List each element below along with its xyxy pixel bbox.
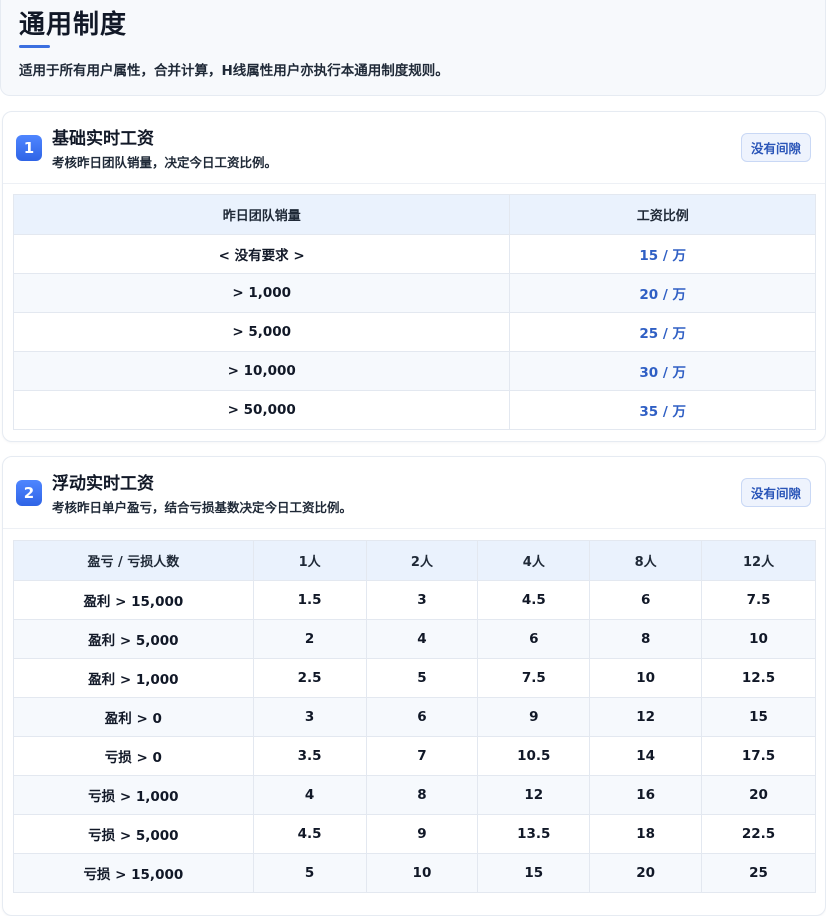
salary-ratio-cell: 12	[477, 775, 591, 815]
salary-ratio-cell: 5	[365, 658, 479, 698]
column-header: 2人	[365, 540, 479, 581]
salary-ratio-cell: 1.5	[252, 580, 367, 620]
salary-ratio-cell: 18	[589, 814, 703, 854]
salary-ratio-cell: 14	[589, 736, 703, 776]
table-row: < 没有要求 > 15 / 万	[12, 234, 816, 274]
salary-ratio-cell: 13.5	[477, 814, 591, 854]
profit-loss-threshold-cell: 亏损 > 15,000	[13, 853, 254, 893]
salary-rate-cell: 15 / 万	[509, 234, 816, 274]
profit-loss-threshold-cell: 亏损 > 0	[13, 736, 254, 776]
salary-ratio-cell: 16	[589, 775, 703, 815]
salary-ratio-cell: 20	[589, 853, 703, 893]
page-header: 通用制度 适用于所有用户属性，合并计算，H线属性用户亦执行本通用制度规则。	[0, 0, 826, 96]
salary-ratio-cell: 6	[477, 619, 591, 659]
salary-rate-cell: 20 / 万	[509, 273, 816, 313]
salary-ratio-cell: 15	[701, 697, 816, 737]
page-title: 通用制度	[19, 10, 128, 40]
salary-ratio-cell: 10	[701, 619, 816, 659]
salary-ratio-cell: 10	[365, 853, 479, 893]
no-gap-tag-button[interactable]: 没有间隙	[740, 478, 811, 507]
no-gap-tag-button[interactable]: 没有间隙	[740, 133, 811, 162]
sales-threshold-cell: > 5,000	[12, 312, 511, 352]
table-row: 盈利 > 15,000 1.5 3 4.5 6 7.5	[13, 580, 816, 620]
salary-rate-cell: 25 / 万	[509, 312, 816, 352]
salary-ratio-cell: 9	[365, 814, 479, 854]
sales-threshold-cell: > 50,000	[12, 390, 511, 430]
salary-ratio-cell: 5	[252, 853, 367, 893]
table-row: 亏损 > 15,000 5 10 15 20 25	[13, 853, 816, 893]
sales-threshold-cell: < 没有要求 >	[12, 234, 511, 274]
salary-ratio-cell: 4	[365, 619, 479, 659]
salary-rate-cell: 35 / 万	[509, 390, 816, 430]
salary-ratio-cell: 3	[252, 697, 367, 737]
salary-ratio-cell: 3.5	[252, 736, 367, 776]
table-row: 盈利 > 5,000 2 4 6 8 10	[13, 619, 816, 659]
column-header: 盈亏 / 亏损人数	[13, 540, 254, 581]
salary-ratio-cell: 8	[365, 775, 479, 815]
table-row: > 5,000 25 / 万	[12, 312, 816, 352]
salary-ratio-cell: 12	[589, 697, 703, 737]
salary-ratio-cell: 2.5	[252, 658, 367, 698]
salary-ratio-cell: 7	[365, 736, 479, 776]
section-floating-salary: 2 浮动实时工资 考核昨日单户盈亏，结合亏损基数决定今日工资比例。 没有间隙 盈…	[2, 456, 826, 916]
section-number-badge: 2	[16, 480, 42, 506]
salary-ratio-cell: 17.5	[701, 736, 816, 776]
column-header: 12人	[701, 540, 816, 581]
salary-ratio-cell: 20	[701, 775, 816, 815]
salary-ratio-cell: 10	[589, 658, 703, 698]
table-row: 亏损 > 1,000 4 8 12 16 20	[13, 775, 816, 815]
salary-ratio-cell: 9	[477, 697, 591, 737]
salary-ratio-cell: 25	[701, 853, 816, 893]
salary-ratio-cell: 3	[365, 580, 479, 620]
table-row: 盈利 > 1,000 2.5 5 7.5 10 12.5	[13, 658, 816, 698]
section-subtitle: 考核昨日团队销量，决定今日工资比例。	[52, 155, 278, 170]
salary-ratio-cell: 8	[589, 619, 703, 659]
section-basic-salary: 1 基础实时工资 考核昨日团队销量，决定今日工资比例。 没有间隙 昨日团队销量 …	[2, 111, 826, 442]
section-title: 浮动实时工资	[52, 474, 154, 494]
column-header: 8人	[589, 540, 703, 581]
salary-ratio-cell: 4.5	[252, 814, 367, 854]
section-title: 基础实时工资	[52, 129, 154, 149]
salary-ratio-cell: 15	[477, 853, 591, 893]
table-row: 盈利 > 0 3 6 9 12 15	[13, 697, 816, 737]
table-row: > 1,000 20 / 万	[12, 273, 816, 313]
profit-loss-threshold-cell: 盈利 > 5,000	[13, 619, 254, 659]
profit-loss-threshold-cell: 亏损 > 1,000	[13, 775, 254, 815]
table-row: > 50,000 35 / 万	[12, 390, 816, 430]
section-header: 2 浮动实时工资 考核昨日单户盈亏，结合亏损基数决定今日工资比例。 没有间隙	[3, 457, 825, 529]
salary-ratio-cell: 6	[589, 580, 703, 620]
floating-salary-table: 盈亏 / 亏损人数 1人 2人 4人 8人 12人 盈利 > 15,000 1.5…	[13, 540, 816, 893]
salary-ratio-cell: 2	[252, 619, 367, 659]
salary-ratio-cell: 4	[252, 775, 367, 815]
salary-ratio-cell: 6	[365, 697, 479, 737]
salary-ratio-cell: 4.5	[477, 580, 591, 620]
page-description: 适用于所有用户属性，合并计算，H线属性用户亦执行本通用制度规则。	[19, 63, 449, 79]
column-header: 工资比例	[509, 194, 816, 235]
table-row: 亏损 > 5,000 4.5 9 13.5 18 22.5	[13, 814, 816, 854]
basic-salary-table: 昨日团队销量 工资比例 < 没有要求 > 15 / 万 > 1,000 20 /…	[12, 194, 816, 430]
section-number-badge: 1	[16, 135, 42, 161]
section-header: 1 基础实时工资 考核昨日团队销量，决定今日工资比例。 没有间隙	[3, 112, 825, 184]
salary-ratio-cell: 7.5	[701, 580, 816, 620]
column-header: 4人	[477, 540, 591, 581]
profit-loss-threshold-cell: 盈利 > 15,000	[13, 580, 254, 620]
column-header: 1人	[252, 540, 367, 581]
table-row: > 10,000 30 / 万	[12, 351, 816, 391]
table-row: 亏损 > 0 3.5 7 10.5 14 17.5	[13, 736, 816, 776]
profit-loss-threshold-cell: 盈利 > 1,000	[13, 658, 254, 698]
column-header: 昨日团队销量	[12, 194, 511, 235]
sales-threshold-cell: > 10,000	[12, 351, 511, 391]
salary-ratio-cell: 22.5	[701, 814, 816, 854]
salary-rate-cell: 30 / 万	[509, 351, 816, 391]
section-subtitle: 考核昨日单户盈亏，结合亏损基数决定今日工资比例。	[52, 500, 353, 515]
title-underline	[19, 45, 50, 48]
salary-ratio-cell: 10.5	[477, 736, 591, 776]
profit-loss-threshold-cell: 盈利 > 0	[13, 697, 254, 737]
profit-loss-threshold-cell: 亏损 > 5,000	[13, 814, 254, 854]
sales-threshold-cell: > 1,000	[12, 273, 511, 313]
salary-ratio-cell: 7.5	[477, 658, 591, 698]
salary-ratio-cell: 12.5	[701, 658, 816, 698]
